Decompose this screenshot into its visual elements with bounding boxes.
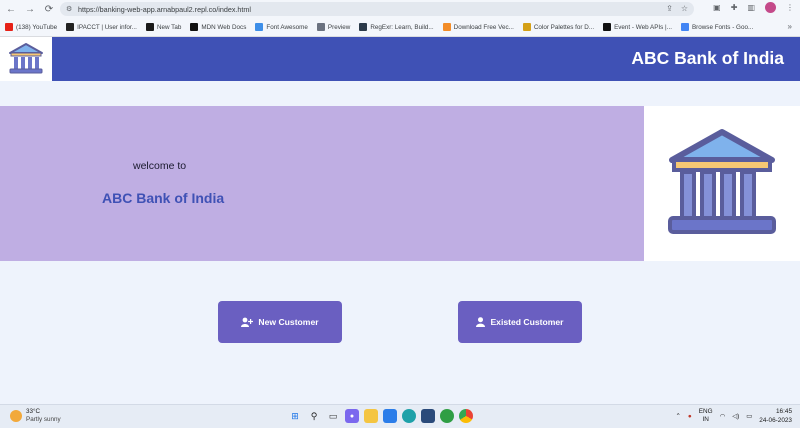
hero-bank-name: ABC Bank of India — [102, 190, 225, 206]
site-header: ABC Bank of India — [0, 37, 800, 81]
file-explorer-icon[interactable] — [364, 409, 378, 423]
existed-customer-label: Existed Customer — [490, 317, 564, 327]
header-bar: ABC Bank of India — [52, 37, 800, 81]
bookmark-favicon-icon — [145, 23, 154, 31]
language-indicator[interactable]: ENG IN — [699, 408, 713, 424]
bookmark-favicon-icon — [359, 23, 368, 31]
new-customer-label: New Customer — [258, 317, 319, 327]
user-plus-icon — [241, 317, 254, 327]
bookmark-label: Browse Fonts - Goo... — [691, 23, 754, 31]
chrome-icon[interactable] — [459, 409, 473, 423]
new-customer-button[interactable]: New Customer — [218, 301, 342, 343]
bookmark-label: IPACCT | User infor... — [77, 23, 137, 31]
chevron-up-icon[interactable]: ⌃ — [676, 412, 681, 420]
bookmark-item[interactable]: New Tab — [145, 23, 182, 31]
region-code: IN — [702, 416, 709, 423]
weather-widget[interactable]: 33°C Partly sunny — [10, 408, 61, 424]
bookmark-favicon-icon — [680, 23, 689, 31]
bookmark-favicon-icon — [190, 23, 199, 31]
windows-start-icon[interactable]: ⊞ — [288, 409, 302, 423]
sidepanel-icon[interactable]: ▥ — [747, 3, 755, 12]
site-info-icon[interactable]: ⚙ — [66, 5, 74, 13]
wifi-icon[interactable]: ◠ — [720, 412, 726, 420]
address-bar-url[interactable]: https://banking-web-app.arnabpaul2.repl.… — [78, 5, 251, 14]
hero-banner: welcome to ABC Bank of India — [0, 106, 644, 261]
bookmark-item[interactable]: Color Palettes for D... — [522, 23, 595, 31]
share-icon[interactable]: ⇪ — [666, 4, 673, 13]
bookmark-favicon-icon — [522, 23, 531, 31]
hero-illustration — [644, 106, 800, 261]
task-view-icon[interactable]: ▭ — [326, 409, 340, 423]
bookmark-item[interactable]: RegExr: Learn, Build... — [359, 23, 434, 31]
bookmark-favicon-icon — [603, 23, 612, 31]
weather-temp: 33°C — [26, 408, 41, 415]
bookmark-item[interactable]: Event - Web APIs |... — [603, 23, 672, 31]
bookmark-favicon-icon — [316, 23, 325, 31]
more-bookmarks-icon[interactable]: » — [788, 22, 792, 31]
bookmark-star-icon[interactable]: ☆ — [681, 4, 688, 13]
app-icon[interactable] — [421, 409, 435, 423]
forward-button[interactable]: → — [22, 1, 38, 17]
header-brand: ABC Bank of India — [631, 48, 784, 68]
existed-customer-button[interactable]: Existed Customer — [458, 301, 582, 343]
clock-date: 24-06-2023 — [759, 417, 792, 424]
bookmark-label: Font Awesome — [266, 23, 308, 31]
system-tray: ⌃ ● ENG IN ◠ ◁) ▭ 16:45 24-06-2023 — [676, 407, 792, 425]
user-icon — [476, 317, 486, 327]
bookmark-label: New Tab — [156, 23, 182, 31]
bookmark-label: Color Palettes for D... — [533, 23, 595, 31]
defender-icon[interactable]: ● — [688, 413, 692, 420]
menu-kebab-icon[interactable]: ⋮ — [786, 3, 794, 12]
bank-building-icon — [668, 129, 776, 234]
weather-desc: Partly sunny — [26, 416, 61, 423]
bookmark-item[interactable]: Browse Fonts - Goo... — [680, 23, 754, 31]
bookmark-favicon-icon — [255, 23, 264, 31]
bookmark-label: MDN Web Docs — [201, 23, 247, 31]
volume-icon[interactable]: ◁) — [732, 412, 739, 420]
bookmark-label: RegExr: Learn, Build... — [370, 23, 434, 31]
bank-logo-icon — [9, 43, 43, 74]
bookmark-favicon-icon — [442, 23, 451, 31]
battery-icon[interactable]: ▭ — [746, 412, 752, 420]
bookmark-item[interactable]: MDN Web Docs — [190, 23, 246, 31]
partly-sunny-icon — [10, 410, 22, 422]
edge-icon[interactable] — [402, 409, 416, 423]
bookmark-label: Download Free Vec... — [453, 23, 514, 31]
search-icon[interactable]: ⚲ — [307, 409, 321, 423]
back-button[interactable]: ← — [3, 1, 19, 17]
bookmark-label: Preview — [327, 23, 351, 31]
profile-avatar[interactable] — [765, 2, 776, 13]
welcome-text: welcome to — [133, 160, 187, 172]
chat-icon[interactable]: ● — [345, 409, 359, 423]
bookmark-item[interactable]: Preview — [316, 23, 351, 31]
bookmark-item[interactable]: (138) YouTube — [5, 23, 57, 31]
address-bar[interactable]: ⚙ https://banking-web-app.arnabpaul2.rep… — [60, 2, 694, 16]
taskbar-apps: ⊞ ⚲ ▭ ● — [288, 409, 473, 423]
clock-time: 16:45 — [776, 408, 792, 415]
store-icon[interactable] — [383, 409, 397, 423]
bookmark-label: (138) YouTube — [16, 23, 58, 31]
bookmark-favicon-icon — [5, 23, 13, 31]
bookmark-favicon-icon — [66, 23, 75, 31]
browser-toolbar: ← → ⟳ ⚙ https://banking-web-app.arnabpau… — [0, 0, 800, 18]
clock[interactable]: 16:45 24-06-2023 — [759, 407, 792, 425]
bookmarks-bar: (138) YouTube IPACCT | User infor... New T… — [0, 18, 800, 37]
taskbar: 33°C Partly sunny ⊞ ⚲ ▭ ● ⌃ ● ENG IN ◠ ◁… — [0, 404, 800, 428]
extensions-icon[interactable]: ▣ — [713, 3, 721, 12]
bookmark-item[interactable]: IPACCT | User infor... — [66, 23, 137, 31]
reload-button[interactable]: ⟳ — [41, 1, 57, 17]
bookmark-item[interactable]: Download Free Vec... — [442, 23, 514, 31]
bookmark-label: Event - Web APIs |... — [614, 23, 672, 31]
xbox-icon[interactable] — [440, 409, 454, 423]
bookmark-item[interactable]: Font Awesome — [255, 23, 308, 31]
puzzle-icon[interactable]: ✚ — [731, 3, 738, 12]
language-code: ENG — [698, 408, 713, 415]
